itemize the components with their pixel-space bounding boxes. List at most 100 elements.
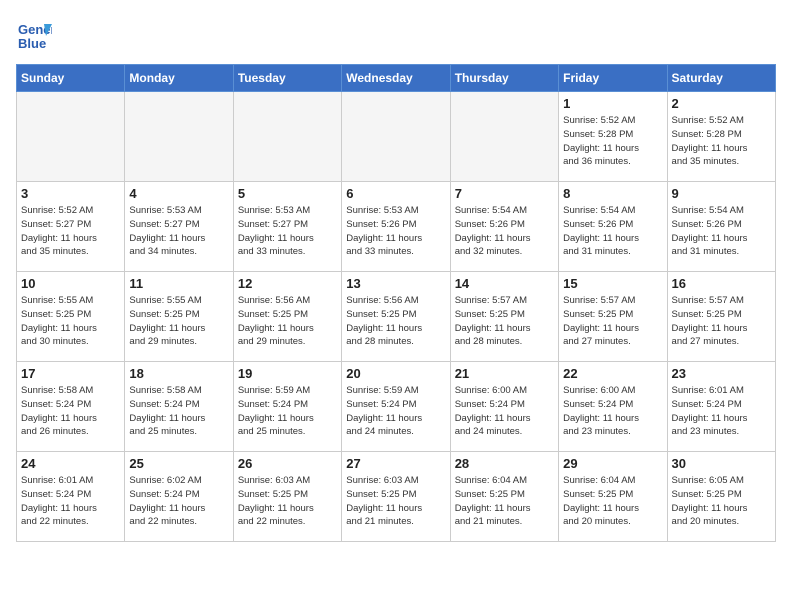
- calendar-cell: 3Sunrise: 5:52 AM Sunset: 5:27 PM Daylig…: [17, 182, 125, 272]
- week-row-5: 24 Sunrise: 6:01 AM Sunset: 5:24 PM Dayli…: [17, 452, 776, 542]
- day-info: Sunrise: 5:52 AM Sunset: 5:28 PM Dayligh…: [672, 114, 771, 169]
- day-info: Sunrise: 5:57 AM Sunset: 5:25 PM Dayligh…: [563, 294, 662, 349]
- calendar-cell: 12 Sunrise: 5:56 AM Sunset: 5:25 PM Dayli…: [233, 272, 341, 362]
- day-info: Sunrise: 6:03 AM Sunset: 5:25 PM Dayligh…: [238, 474, 337, 529]
- calendar-cell: 5 Sunrise: 5:53 AM Sunset: 5:27 PM Daylig…: [233, 182, 341, 272]
- day-number: 18: [129, 366, 228, 381]
- day-number: 19: [238, 366, 337, 381]
- day-number: 6: [346, 186, 445, 201]
- svg-text:Blue: Blue: [18, 36, 46, 51]
- weekday-header-sunday: Sunday: [17, 65, 125, 92]
- calendar-cell: [125, 92, 233, 182]
- calendar-cell: [17, 92, 125, 182]
- calendar-table: SundayMondayTuesdayWednesdayThursdayFrid…: [16, 64, 776, 542]
- calendar-cell: 18 Sunrise: 5:58 AM Sunset: 5:24 PM Dayli…: [125, 362, 233, 452]
- day-info: Sunrise: 5:54 AM Sunset: 5:26 PM Dayligh…: [672, 204, 771, 259]
- calendar-cell: [450, 92, 558, 182]
- day-info: Sunrise: 5:59 AM Sunset: 5:24 PM Dayligh…: [238, 384, 337, 439]
- day-number: 15: [563, 276, 662, 291]
- day-info: Sunrise: 6:00 AM Sunset: 5:24 PM Dayligh…: [563, 384, 662, 439]
- calendar-cell: 1 Sunrise: 5:52 AM Sunset: 5:28 PM Daylig…: [559, 92, 667, 182]
- week-row-4: 17 Sunrise: 5:58 AM Sunset: 5:24 PM Dayli…: [17, 362, 776, 452]
- day-info: Sunrise: 5:52 AM Sunset: 5:28 PM Dayligh…: [563, 114, 662, 169]
- calendar-cell: 4 Sunrise: 5:53 AM Sunset: 5:27 PM Daylig…: [125, 182, 233, 272]
- calendar-cell: 14 Sunrise: 5:57 AM Sunset: 5:25 PM Dayli…: [450, 272, 558, 362]
- day-info: Sunrise: 6:02 AM Sunset: 5:24 PM Dayligh…: [129, 474, 228, 529]
- calendar-cell: 19 Sunrise: 5:59 AM Sunset: 5:24 PM Dayli…: [233, 362, 341, 452]
- day-number: 2: [672, 96, 771, 111]
- day-info: Sunrise: 5:53 AM Sunset: 5:26 PM Dayligh…: [346, 204, 445, 259]
- calendar-cell: 26 Sunrise: 6:03 AM Sunset: 5:25 PM Dayli…: [233, 452, 341, 542]
- weekday-header-friday: Friday: [559, 65, 667, 92]
- day-number: 13: [346, 276, 445, 291]
- day-number: 14: [455, 276, 554, 291]
- calendar-cell: 16Sunrise: 5:57 AM Sunset: 5:25 PM Dayli…: [667, 272, 775, 362]
- calendar-cell: 2 Sunrise: 5:52 AM Sunset: 5:28 PM Daylig…: [667, 92, 775, 182]
- calendar-cell: 10 Sunrise: 5:55 AM Sunset: 5:25 PM Dayli…: [17, 272, 125, 362]
- day-info: Sunrise: 5:57 AM Sunset: 5:25 PM Dayligh…: [672, 294, 771, 349]
- day-info: Sunrise: 5:55 AM Sunset: 5:25 PM Dayligh…: [21, 294, 120, 349]
- day-info: Sunrise: 5:53 AM Sunset: 5:27 PM Dayligh…: [238, 204, 337, 259]
- day-number: 28: [455, 456, 554, 471]
- calendar-cell: 23Sunrise: 6:01 AM Sunset: 5:24 PM Dayli…: [667, 362, 775, 452]
- calendar-cell: 27 Sunrise: 6:03 AM Sunset: 5:25 PM Dayli…: [342, 452, 450, 542]
- day-info: Sunrise: 5:59 AM Sunset: 5:24 PM Dayligh…: [346, 384, 445, 439]
- week-row-3: 10 Sunrise: 5:55 AM Sunset: 5:25 PM Dayli…: [17, 272, 776, 362]
- day-info: Sunrise: 5:52 AM Sunset: 5:27 PM Dayligh…: [21, 204, 120, 259]
- calendar-cell: 6 Sunrise: 5:53 AM Sunset: 5:26 PM Daylig…: [342, 182, 450, 272]
- calendar-cell: 8 Sunrise: 5:54 AM Sunset: 5:26 PM Daylig…: [559, 182, 667, 272]
- day-number: 9: [672, 186, 771, 201]
- weekday-header-monday: Monday: [125, 65, 233, 92]
- calendar-cell: [342, 92, 450, 182]
- day-info: Sunrise: 5:56 AM Sunset: 5:25 PM Dayligh…: [238, 294, 337, 349]
- logo: General Blue: [16, 16, 52, 52]
- day-info: Sunrise: 5:54 AM Sunset: 5:26 PM Dayligh…: [455, 204, 554, 259]
- day-info: Sunrise: 6:00 AM Sunset: 5:24 PM Dayligh…: [455, 384, 554, 439]
- calendar-cell: 7Sunrise: 5:54 AM Sunset: 5:26 PM Daylig…: [450, 182, 558, 272]
- day-number: 17: [21, 366, 120, 381]
- calendar-cell: 11Sunrise: 5:55 AM Sunset: 5:25 PM Dayli…: [125, 272, 233, 362]
- day-number: 4: [129, 186, 228, 201]
- day-info: Sunrise: 5:54 AM Sunset: 5:26 PM Dayligh…: [563, 204, 662, 259]
- weekday-header-thursday: Thursday: [450, 65, 558, 92]
- weekday-header-saturday: Saturday: [667, 65, 775, 92]
- day-info: Sunrise: 5:58 AM Sunset: 5:24 PM Dayligh…: [21, 384, 120, 439]
- logo-icon: General Blue: [16, 16, 52, 52]
- calendar-cell: 21 Sunrise: 6:00 AM Sunset: 5:24 PM Dayli…: [450, 362, 558, 452]
- week-row-1: 1 Sunrise: 5:52 AM Sunset: 5:28 PM Daylig…: [17, 92, 776, 182]
- calendar-cell: 30Sunrise: 6:05 AM Sunset: 5:25 PM Dayli…: [667, 452, 775, 542]
- day-number: 8: [563, 186, 662, 201]
- day-number: 22: [563, 366, 662, 381]
- calendar-cell: 22 Sunrise: 6:00 AM Sunset: 5:24 PM Dayli…: [559, 362, 667, 452]
- day-number: 1: [563, 96, 662, 111]
- week-row-2: 3Sunrise: 5:52 AM Sunset: 5:27 PM Daylig…: [17, 182, 776, 272]
- calendar-cell: 25 Sunrise: 6:02 AM Sunset: 5:24 PM Dayli…: [125, 452, 233, 542]
- day-number: 10: [21, 276, 120, 291]
- day-number: 21: [455, 366, 554, 381]
- day-number: 24: [21, 456, 120, 471]
- day-number: 25: [129, 456, 228, 471]
- day-info: Sunrise: 6:01 AM Sunset: 5:24 PM Dayligh…: [21, 474, 120, 529]
- day-number: 27: [346, 456, 445, 471]
- day-number: 26: [238, 456, 337, 471]
- calendar-cell: 20Sunrise: 5:59 AM Sunset: 5:24 PM Dayli…: [342, 362, 450, 452]
- calendar-cell: [233, 92, 341, 182]
- calendar-cell: 28Sunrise: 6:04 AM Sunset: 5:25 PM Dayli…: [450, 452, 558, 542]
- day-info: Sunrise: 5:55 AM Sunset: 5:25 PM Dayligh…: [129, 294, 228, 349]
- day-info: Sunrise: 5:53 AM Sunset: 5:27 PM Dayligh…: [129, 204, 228, 259]
- day-info: Sunrise: 5:58 AM Sunset: 5:24 PM Dayligh…: [129, 384, 228, 439]
- calendar-cell: 15 Sunrise: 5:57 AM Sunset: 5:25 PM Dayli…: [559, 272, 667, 362]
- day-number: 5: [238, 186, 337, 201]
- weekday-header-tuesday: Tuesday: [233, 65, 341, 92]
- day-number: 29: [563, 456, 662, 471]
- day-info: Sunrise: 5:57 AM Sunset: 5:25 PM Dayligh…: [455, 294, 554, 349]
- day-number: 30: [672, 456, 771, 471]
- calendar-cell: 29 Sunrise: 6:04 AM Sunset: 5:25 PM Dayli…: [559, 452, 667, 542]
- weekday-header-row: SundayMondayTuesdayWednesdayThursdayFrid…: [17, 65, 776, 92]
- calendar-cell: 13 Sunrise: 5:56 AM Sunset: 5:25 PM Dayli…: [342, 272, 450, 362]
- day-info: Sunrise: 6:04 AM Sunset: 5:25 PM Dayligh…: [563, 474, 662, 529]
- day-number: 12: [238, 276, 337, 291]
- day-info: Sunrise: 6:01 AM Sunset: 5:24 PM Dayligh…: [672, 384, 771, 439]
- day-info: Sunrise: 5:56 AM Sunset: 5:25 PM Dayligh…: [346, 294, 445, 349]
- day-info: Sunrise: 6:03 AM Sunset: 5:25 PM Dayligh…: [346, 474, 445, 529]
